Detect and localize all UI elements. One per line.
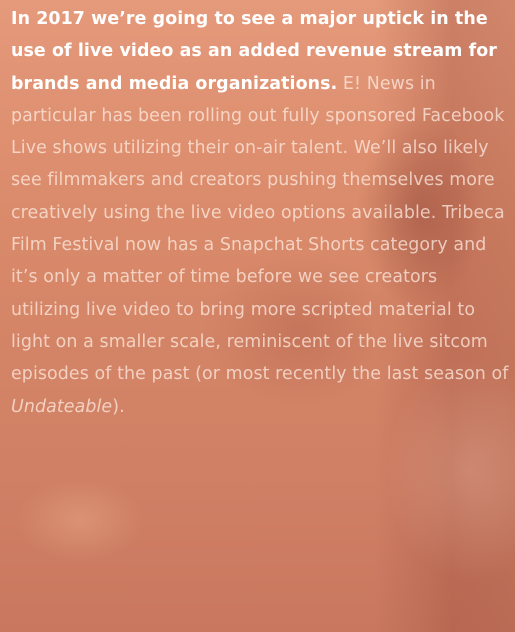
article-paragraph: In 2017 we’re going to see a major uptic…: [11, 3, 511, 423]
body-text-end: ).: [112, 396, 125, 417]
body-text: E! News in particular has been rolling o…: [11, 73, 509, 385]
show-title: Undateable: [11, 396, 113, 417]
